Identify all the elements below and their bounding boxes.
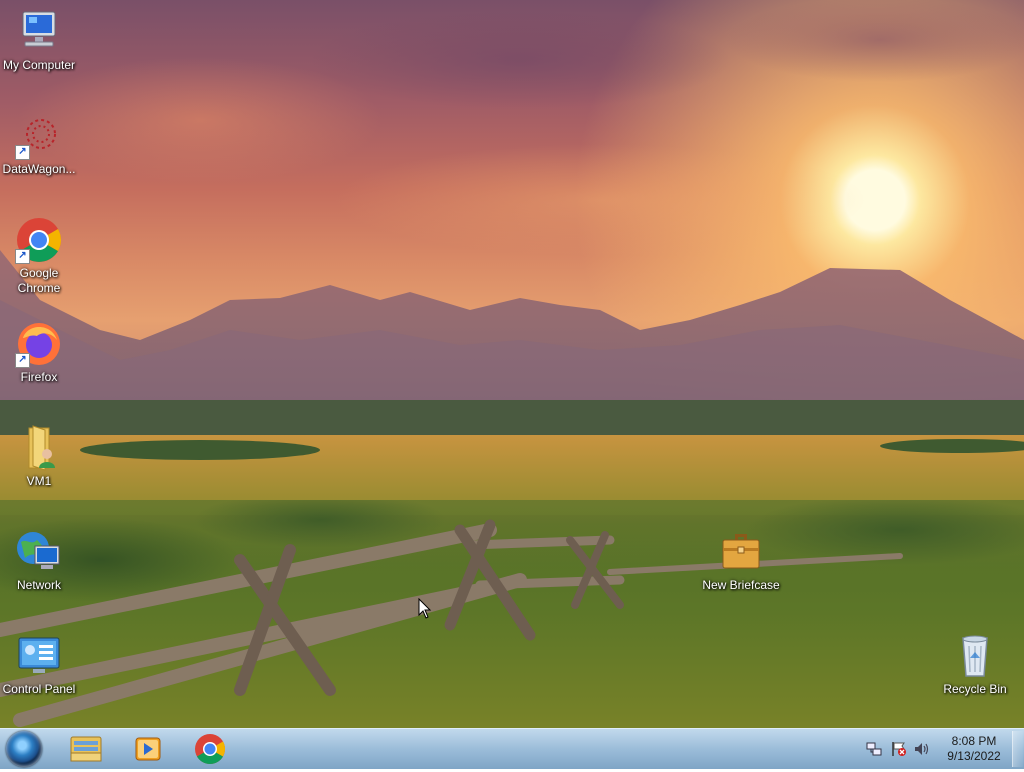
wallpaper-fence [0,519,903,727]
chrome-icon [195,734,225,765]
icon-label: Network [16,578,61,592]
volume-icon[interactable] [914,741,930,757]
icon-label: VM1 [26,474,52,488]
mouse-cursor-icon [418,598,432,619]
start-orb-icon[interactable] [6,731,42,767]
icon-label: Firefox [20,370,58,384]
network-tray-icon[interactable] [866,741,882,757]
desktop-icon-vm1[interactable]: VM1 [0,424,79,489]
icon-label: DataWagon... [2,162,76,176]
briefcase-icon [717,528,765,576]
system-clock[interactable]: 8:08 PM 9/13/2022 [940,734,1008,764]
desktop-icon-network[interactable]: Network [0,528,79,593]
taskbar: 8:08 PM 9/13/2022 [0,728,1024,769]
media-player-icon [135,737,161,761]
desktop-icon-control-panel[interactable]: Control Panel [0,632,79,697]
clock-date: 9/13/2022 [947,749,1001,763]
user-folder-icon [15,424,63,472]
shortcut-arrow-icon: ↗ [15,353,30,368]
desktop-icon-my-computer[interactable]: My Computer [0,8,79,73]
desktop-icon-firefox[interactable]: ↗ Firefox [0,320,79,385]
show-desktop-button[interactable] [1012,731,1023,767]
action-center-flag-icon[interactable] [891,741,907,757]
icon-label: Google Chrome [17,266,61,295]
icon-label: Control Panel [2,682,76,696]
control-panel-icon [15,632,63,680]
shortcut-arrow-icon: ↗ [15,145,30,160]
taskbar-chrome-button[interactable] [182,731,238,767]
clock-time: 8:08 PM [951,734,997,748]
taskbar-file-explorer-button[interactable] [58,731,114,767]
datawagon-icon: ↗ [15,112,63,160]
desktop-icon-google-chrome[interactable]: ↗ Google Chrome [0,216,79,296]
firefox-icon: ↗ [15,320,63,368]
computer-icon [15,8,63,56]
file-explorer-icon [70,736,102,762]
taskbar-media-player-button[interactable] [120,731,176,767]
shortcut-arrow-icon: ↗ [15,249,30,264]
desktop-icon-new-briefcase[interactable]: New Briefcase [701,528,781,593]
desktop-icon-datawagon[interactable]: ↗ DataWagon... [0,112,79,177]
chrome-icon: ↗ [15,216,63,264]
desktop-wallpaper [0,0,1024,728]
icon-label: Recycle Bin [943,682,1007,696]
network-icon [15,528,63,576]
recycle-bin-icon [951,632,999,680]
icon-label: New Briefcase [702,578,780,592]
icon-label: My Computer [2,58,76,72]
desktop-icon-recycle-bin[interactable]: Recycle Bin [935,632,1015,697]
